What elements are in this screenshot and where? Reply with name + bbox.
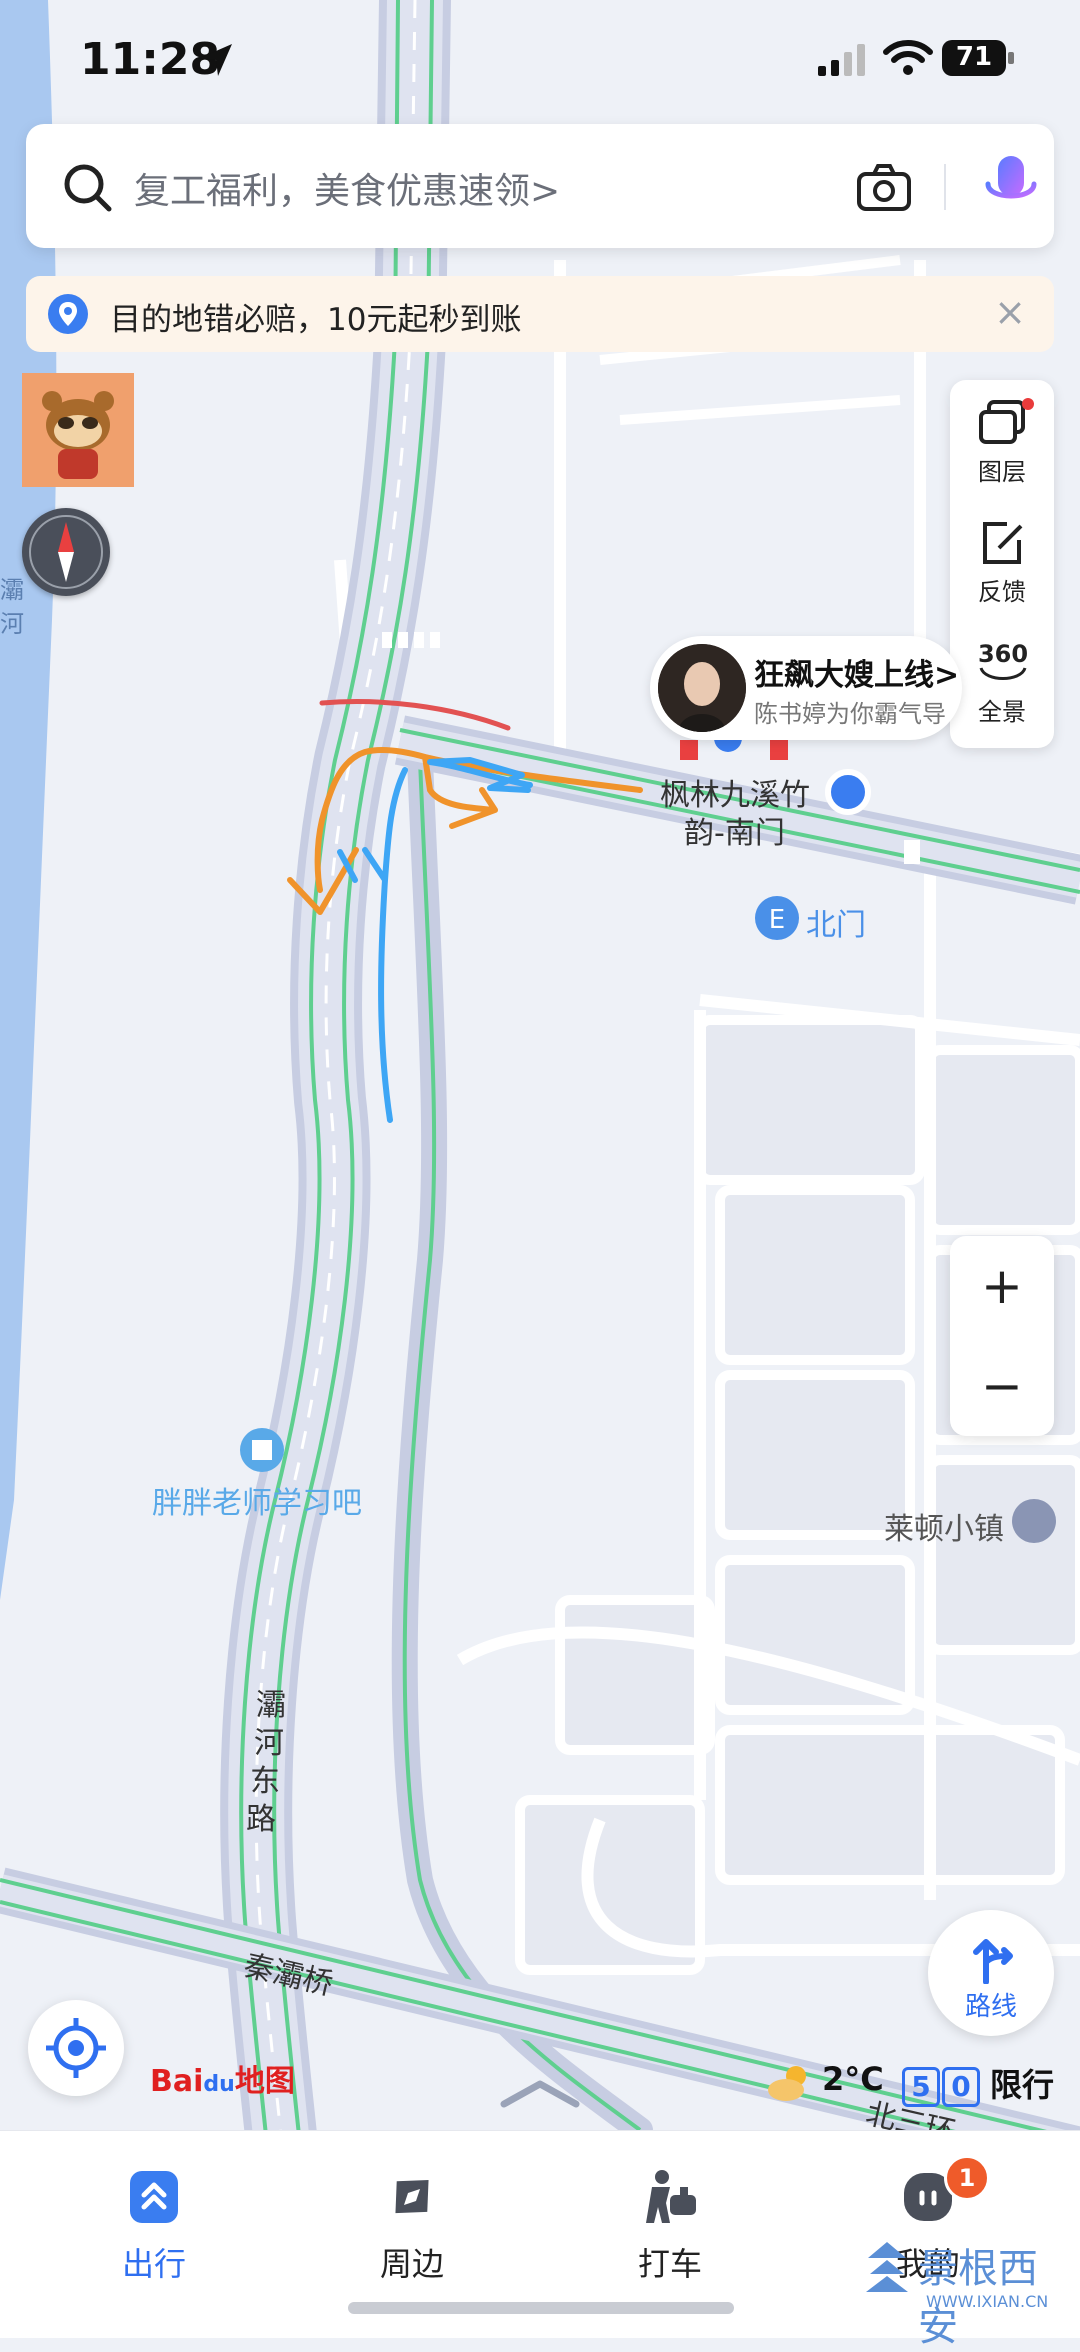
search-placeholder[interactable]: 复工福利，美食优惠速领>	[134, 162, 560, 214]
route-label: 路线	[964, 1992, 1017, 2022]
layers-button[interactable]: 图层	[950, 380, 1054, 500]
location-pin-icon	[48, 294, 88, 334]
location-arrow-icon	[200, 44, 232, 76]
battery-icon: 71	[942, 40, 1016, 76]
zoom-in-button[interactable]: +	[950, 1236, 1054, 1336]
north-gate-label[interactable]: 北门	[806, 900, 866, 944]
raccoon-mascot-icon	[42, 391, 114, 479]
promo-bubble[interactable]: 狂飙大嫂上线> 陈书婷为你霸气导	[650, 636, 962, 740]
panorama-label: 全景	[978, 698, 1026, 726]
chevron-up-icon[interactable]	[498, 2078, 582, 2108]
locate-me-button[interactable]	[28, 2000, 124, 2096]
svg-text:E: E	[769, 905, 785, 935]
panorama-button[interactable]: 360 全景	[950, 620, 1054, 740]
zoom-controls: + −	[950, 1236, 1054, 1436]
battery-level: 71	[955, 42, 993, 72]
baidu-map-logo: Baidu地图	[150, 2056, 295, 2100]
layers-label: 图层	[978, 458, 1026, 486]
feedback-button[interactable]: 反馈	[950, 500, 1054, 620]
notification-badge: 1	[944, 2155, 990, 2201]
tab-taxi-label: 打车	[637, 2245, 702, 2283]
tab-travel-label: 出行	[121, 2245, 186, 2283]
logo-bai: Bai	[150, 2064, 204, 2099]
restriction-number: 5	[902, 2067, 940, 2107]
travel-icon	[130, 2171, 178, 2223]
feedback-icon	[983, 522, 1023, 564]
logo-map: 地图	[234, 2064, 295, 2099]
taxi-icon	[646, 2170, 696, 2223]
wifi-icon	[883, 40, 933, 75]
close-icon[interactable]: ×	[988, 290, 1032, 334]
road-name-char: 路	[246, 1802, 276, 1837]
watermark-logo: 景根西安 WWW.IXIAN.CN	[862, 2226, 1072, 2350]
map-tools-panel: 图层 反馈 360 全景	[950, 380, 1054, 748]
tab-nearby[interactable]: 周边	[332, 2151, 492, 2291]
compass-icon	[29, 515, 103, 589]
tab-nearby-label: 周边	[379, 2245, 444, 2283]
feedback-label: 反馈	[978, 578, 1026, 606]
search-bar[interactable]: 复工福利，美食优惠速领>	[26, 124, 1054, 248]
partly-cloudy-icon	[768, 2066, 806, 2101]
river-label: 灞	[0, 576, 24, 604]
promo-avatar	[658, 644, 746, 732]
study-spot-label[interactable]: 胖胖老师学习吧	[152, 1478, 362, 1522]
voice-mic-icon[interactable]	[980, 154, 1042, 220]
mascot-avatar[interactable]	[22, 373, 134, 487]
promo-title: 狂飙大嫂上线>	[754, 658, 960, 693]
crosshair-icon	[46, 2018, 106, 2078]
route-arrow-icon	[973, 1939, 1013, 1984]
watermark-url: WWW.IXIAN.CN	[926, 2292, 1049, 2311]
panorama-glyph: 360	[978, 640, 1028, 668]
cellular-signal-icon	[818, 44, 865, 76]
panorama-360-icon: 360	[978, 640, 1028, 680]
pagoda-icon	[866, 2242, 908, 2292]
home-indicator[interactable]	[348, 2302, 734, 2314]
compass-button[interactable]	[22, 508, 110, 596]
compensation-banner[interactable]: 目的地错必赔，10元起秒到账 ×	[26, 276, 1054, 352]
route-button[interactable]: 路线	[928, 1910, 1054, 2036]
search-icon	[64, 164, 112, 212]
logo-du: du	[203, 2072, 235, 2097]
search-divider	[944, 164, 946, 210]
compass-nav-icon	[395, 2180, 429, 2214]
tab-taxi[interactable]: 打车	[590, 2151, 750, 2291]
layers-notification-dot	[1022, 398, 1034, 410]
poi-destination-label-line2[interactable]: 韵-南门	[684, 808, 785, 852]
tab-travel[interactable]: 出行	[74, 2151, 234, 2291]
river-label: 河	[0, 610, 24, 638]
camera-icon[interactable]	[856, 162, 912, 212]
status-bar: 11:28 71	[0, 0, 1080, 120]
temperature: 2°C	[822, 2060, 884, 2098]
restriction-label: 限行	[990, 2066, 1055, 2104]
zoom-out-button[interactable]: −	[950, 1336, 1054, 1436]
layers-icon	[979, 400, 1025, 444]
banner-text: 目的地错必赔，10元起秒到账	[110, 302, 522, 338]
promo-subtitle: 陈书婷为你霸气导	[754, 700, 946, 728]
laidun-town-label[interactable]: 莱顿小镇	[884, 1504, 1004, 1548]
restriction-number: 0	[942, 2067, 980, 2107]
traffic-restriction[interactable]: 5 0 限行	[902, 2060, 1080, 2107]
